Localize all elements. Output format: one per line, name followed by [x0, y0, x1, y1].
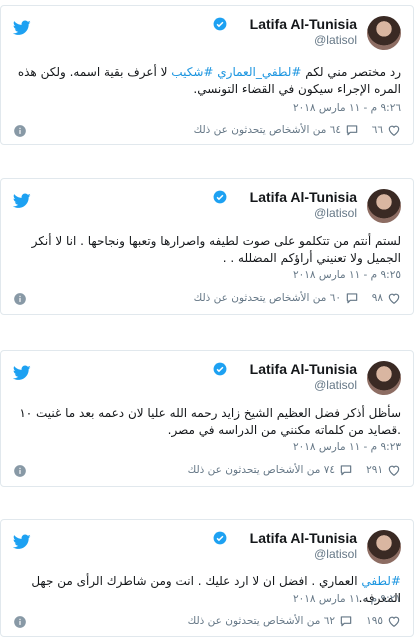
hashtag-link[interactable]: #لطفي_العماري	[217, 65, 301, 79]
verified-badge-icon	[213, 362, 227, 376]
avatar[interactable]	[367, 361, 401, 395]
twitter-bird-icon[interactable]	[13, 20, 31, 36]
tweet-card-1[interactable]: Latifa Al-Tunisia @latisol رد مختصر مني …	[0, 5, 414, 145]
author-handle[interactable]: @latisol	[314, 206, 357, 220]
avatar[interactable]	[367, 530, 401, 564]
like-action[interactable]: ٢٩١	[366, 463, 401, 477]
author-name[interactable]: Latifa Al-Tunisia	[250, 16, 357, 32]
text-segment: لستم أنتم من تتكلمو على صوت لطيفه واصرار…	[31, 234, 401, 265]
text-segment: رد مختصر مني لكم	[301, 65, 401, 79]
avatar[interactable]	[367, 189, 401, 223]
tweet-card-2[interactable]: Latifa Al-Tunisia @latisol لستم أنتم من …	[0, 178, 414, 315]
like-count: ٢٩١	[366, 464, 383, 476]
twitter-bird-icon[interactable]	[13, 365, 31, 381]
heart-icon[interactable]	[387, 291, 401, 305]
reply-summary: ٧٤ من الأشخاص يتحدثون عن ذلك	[187, 464, 335, 476]
text-segment: سأظل أذكر فضل العظيم الشيخ زايد رحمه الل…	[19, 406, 401, 437]
verified-badge-icon	[213, 190, 227, 204]
author-handle[interactable]: @latisol	[314, 378, 357, 392]
info-icon[interactable]	[13, 292, 27, 306]
author-handle[interactable]: @latisol	[314, 33, 357, 47]
twitter-bird-icon[interactable]	[13, 193, 31, 209]
tweet-timestamp[interactable]: ٩:٢١ م - ١١ مارس ٢٠١٨	[293, 593, 401, 605]
reply-summary: ٦٢ من الأشخاص يتحدثون عن ذلك	[187, 615, 335, 627]
reply-action[interactable]: ٦٢ من الأشخاص يتحدثون عن ذلك	[188, 614, 353, 628]
reply-bubble-icon[interactable]	[345, 291, 359, 305]
avatar[interactable]	[367, 16, 401, 50]
author-name[interactable]: Latifa Al-Tunisia	[250, 189, 357, 205]
heart-icon[interactable]	[387, 614, 401, 628]
tweet-footer: ٦٦ ٦٤ من الأشخاص يتحدثون عن ذلك	[13, 123, 401, 139]
tweet-timestamp[interactable]: ٩:٢٦ م - ١١ مارس ٢٠١٨	[293, 102, 401, 114]
reply-summary: ٦٠ من الأشخاص يتحدثون عن ذلك	[193, 292, 341, 304]
heart-icon[interactable]	[387, 123, 401, 137]
info-icon[interactable]	[13, 124, 27, 138]
tweet-text: لستم أنتم من تتكلمو على صوت لطيفه واصرار…	[13, 233, 401, 267]
reply-bubble-icon[interactable]	[345, 123, 359, 137]
like-action[interactable]: ١٩٥	[366, 614, 401, 628]
reply-bubble-icon[interactable]	[339, 463, 353, 477]
hashtag-link[interactable]: #شكيب	[171, 65, 213, 79]
tweet-card-4[interactable]: Latifa Al-Tunisia @latisol #لطفي العماري…	[0, 519, 414, 637]
tweet-footer: ٩٨ ٦٠ من الأشخاص يتحدثون عن ذلك	[13, 291, 401, 307]
reply-action[interactable]: ٦٠ من الأشخاص يتحدثون عن ذلك	[194, 291, 359, 305]
like-count: ٦٦	[371, 124, 383, 136]
tweet-text: رد مختصر مني لكم #لطفي_العماري #شكيب لا …	[13, 64, 401, 98]
reply-action[interactable]: ٦٤ من الأشخاص يتحدثون عن ذلك	[194, 123, 359, 137]
reply-summary: ٦٤ من الأشخاص يتحدثون عن ذلك	[193, 124, 341, 136]
twitter-bird-icon[interactable]	[13, 534, 31, 550]
like-action[interactable]: ٩٨	[372, 291, 401, 305]
tweet-timestamp[interactable]: ٩:٢٣ م - ١١ مارس ٢٠١٨	[293, 441, 401, 453]
author-name[interactable]: Latifa Al-Tunisia	[250, 530, 357, 546]
tweet-timestamp[interactable]: ٩:٢٥ م - ١١ مارس ٢٠١٨	[293, 269, 401, 281]
info-icon[interactable]	[13, 615, 27, 629]
hashtag-link[interactable]: #لطفي	[361, 574, 401, 588]
heart-icon[interactable]	[387, 463, 401, 477]
author-name[interactable]: Latifa Al-Tunisia	[250, 361, 357, 377]
reply-bubble-icon[interactable]	[339, 614, 353, 628]
reply-action[interactable]: ٧٤ من الأشخاص يتحدثون عن ذلك	[188, 463, 353, 477]
like-count: ٩٨	[371, 292, 383, 304]
verified-badge-icon	[213, 531, 227, 545]
author-handle[interactable]: @latisol	[314, 547, 357, 561]
verified-badge-icon	[213, 17, 227, 31]
tweet-card-3[interactable]: Latifa Al-Tunisia @latisol سأظل أذكر فضل…	[0, 350, 414, 487]
info-icon[interactable]	[13, 464, 27, 478]
tweet-footer: ٢٩١ ٧٤ من الأشخاص يتحدثون عن ذلك	[13, 463, 401, 479]
tweet-footer: ١٩٥ ٦٢ من الأشخاص يتحدثون عن ذلك	[13, 614, 401, 630]
like-action[interactable]: ٦٦	[372, 123, 401, 137]
like-count: ١٩٥	[366, 615, 383, 627]
tweet-text: سأظل أذكر فضل العظيم الشيخ زايد رحمه الل…	[13, 405, 401, 439]
